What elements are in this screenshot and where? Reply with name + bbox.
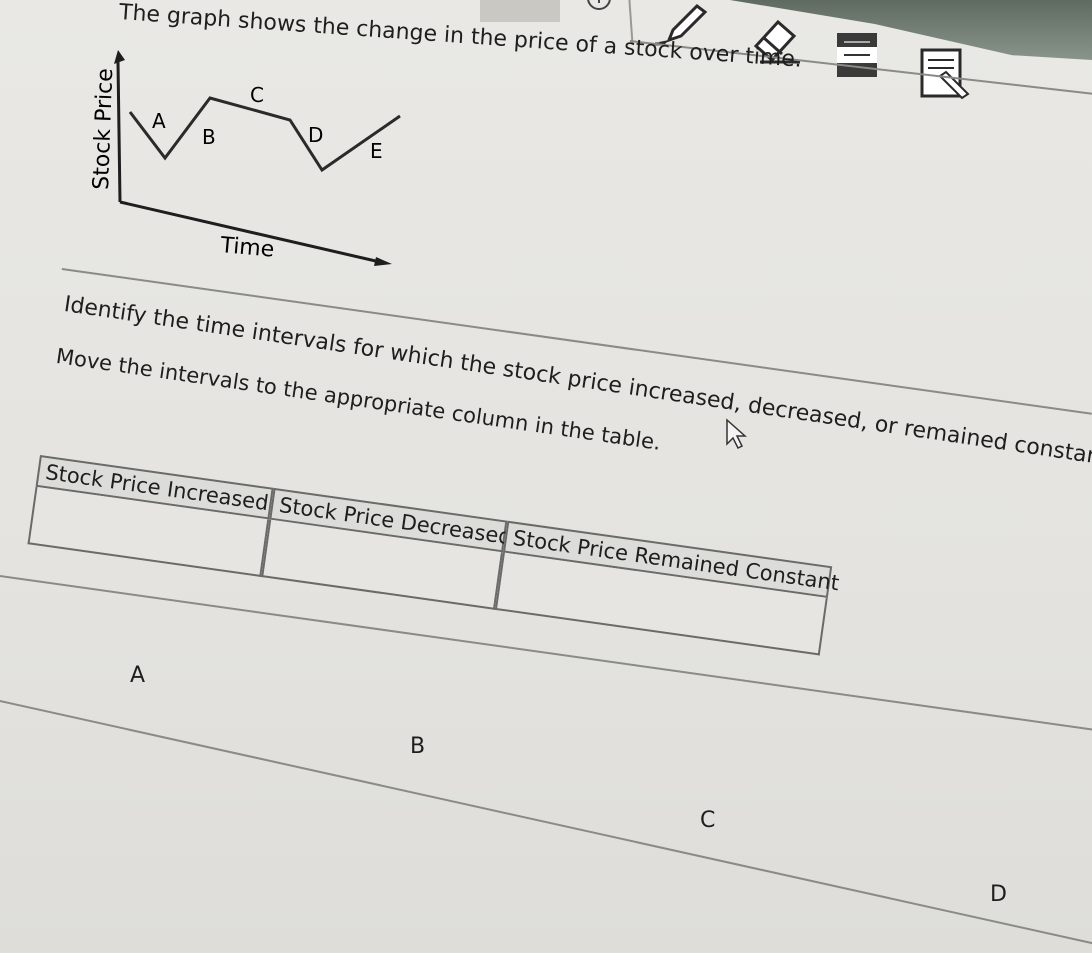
mouse-cursor-icon [723, 418, 751, 454]
x-axis-label: Time [218, 233, 275, 263]
segment-label-a: A [152, 109, 166, 133]
zoom-icon[interactable] [582, 0, 616, 16]
segment-label-e: E [370, 139, 383, 163]
x-axis-arrow [374, 257, 392, 266]
draggable-item-c[interactable]: C [700, 808, 715, 833]
draggable-item-a[interactable]: A [130, 663, 145, 688]
line-reader-icon[interactable] [832, 30, 882, 80]
y-axis [116, 61, 122, 203]
segment-label-c: C [250, 83, 264, 107]
y-axis-label: Stock Price [89, 68, 118, 190]
segment-label-d: D [308, 123, 323, 147]
draggable-item-d[interactable]: D [990, 882, 1007, 907]
price-line [128, 96, 401, 173]
toolbar-tab[interactable] [480, 0, 560, 22]
y-axis-arrow [114, 50, 125, 64]
stock-price-graph: A B C D E Time Stock Price [80, 40, 420, 274]
segment-label-b: B [202, 125, 216, 149]
draggable-item-b[interactable]: B [410, 734, 425, 759]
